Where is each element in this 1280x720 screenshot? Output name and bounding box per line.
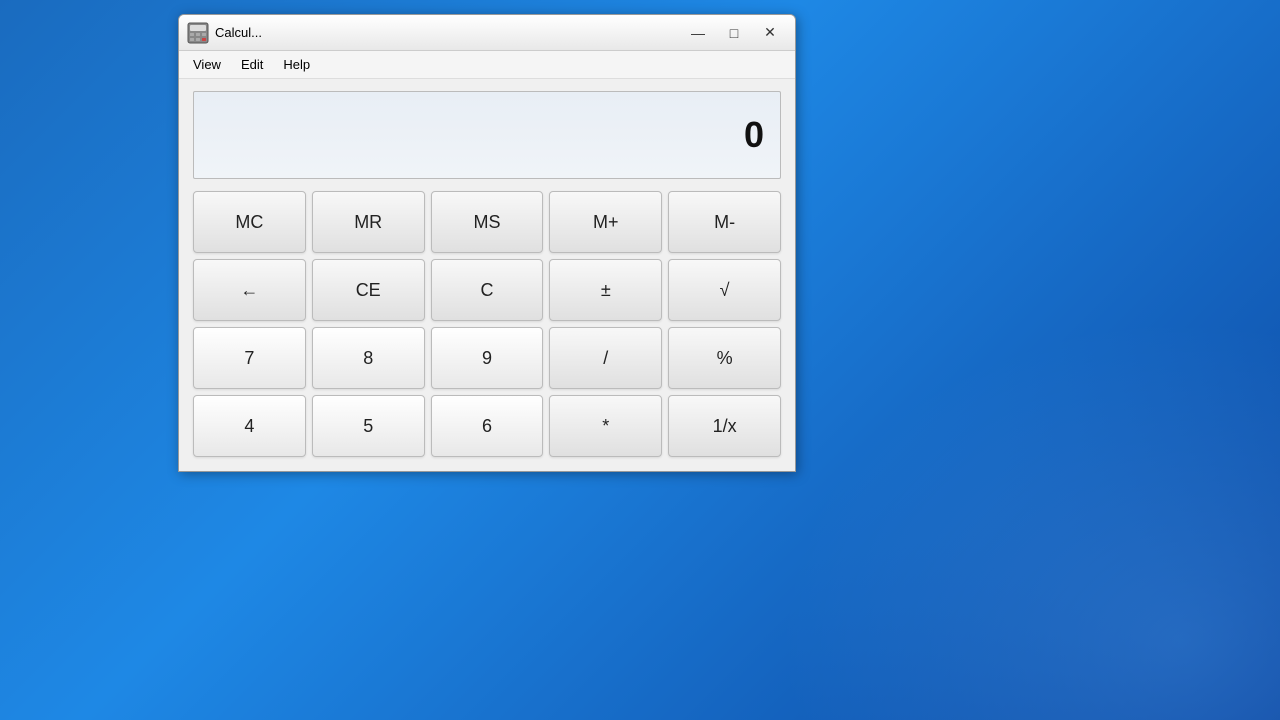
menu-help[interactable]: Help [273, 53, 320, 76]
sqrt-button[interactable]: √ [668, 259, 781, 321]
ms-button[interactable]: MS [431, 191, 544, 253]
seven-button[interactable]: 7 [193, 327, 306, 389]
nine-button[interactable]: 9 [431, 327, 544, 389]
menu-bar: View Edit Help [179, 51, 795, 79]
minimize-button[interactable]: — [681, 21, 715, 45]
c-button[interactable]: C [431, 259, 544, 321]
ce-button[interactable]: CE [312, 259, 425, 321]
percent-button[interactable]: % [668, 327, 781, 389]
mc-button[interactable]: MC [193, 191, 306, 253]
mr-button[interactable]: MR [312, 191, 425, 253]
multiply-button[interactable]: * [549, 395, 662, 457]
mminus-button[interactable]: M- [668, 191, 781, 253]
eight-button[interactable]: 8 [312, 327, 425, 389]
calculator-window: Calcul... — □ ✕ View Edit Help 0 MC MR M… [178, 14, 796, 472]
row-789: 7 8 9 / % [193, 327, 781, 389]
four-button[interactable]: 4 [193, 395, 306, 457]
window-title: Calcul... [215, 25, 681, 40]
divide-button[interactable]: / [549, 327, 662, 389]
buttons-area: MC MR MS M+ M- ← CE C ± √ 7 8 9 / % 4 5 … [179, 187, 795, 471]
window-controls: — □ ✕ [681, 21, 787, 45]
title-bar: Calcul... — □ ✕ [179, 15, 795, 51]
backspace-button[interactable]: ← [193, 259, 306, 321]
memory-row: MC MR MS M+ M- [193, 191, 781, 253]
reciprocal-button[interactable]: 1/x [668, 395, 781, 457]
control-row: ← CE C ± √ [193, 259, 781, 321]
close-button[interactable]: ✕ [753, 21, 787, 45]
six-button[interactable]: 6 [431, 395, 544, 457]
display-value: 0 [744, 114, 764, 156]
menu-view[interactable]: View [183, 53, 231, 76]
plusminus-button[interactable]: ± [549, 259, 662, 321]
menu-edit[interactable]: Edit [231, 53, 273, 76]
row-456: 4 5 6 * 1/x [193, 395, 781, 457]
maximize-button[interactable]: □ [717, 21, 751, 45]
calculator-icon [187, 22, 209, 44]
five-button[interactable]: 5 [312, 395, 425, 457]
display-area: 0 [193, 91, 781, 179]
mplus-button[interactable]: M+ [549, 191, 662, 253]
